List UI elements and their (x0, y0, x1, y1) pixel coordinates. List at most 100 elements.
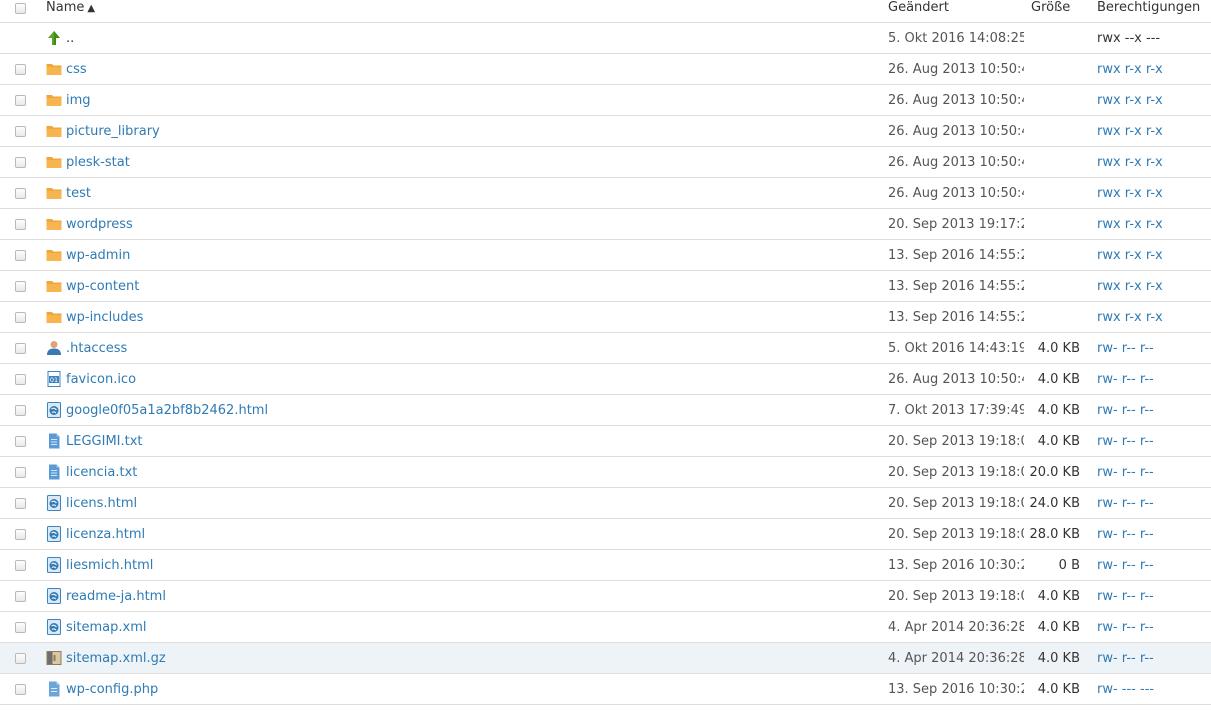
file-name-link[interactable]: google0f05a1a2bf8b2462.html (66, 403, 268, 418)
permissions-link[interactable]: rw- r-- r-- (1088, 456, 1211, 488)
table-row[interactable]: plesk-stat 26. Aug 2013 10:50:40 rwx r-x… (0, 146, 1211, 178)
table-row[interactable]: licens.html 20. Sep 2013 19:18:03 24.0 K… (0, 487, 1211, 519)
table-row[interactable]: licenza.html 20. Sep 2013 19:18:03 28.0 … (0, 518, 1211, 550)
file-name-link[interactable]: readme-ja.html (66, 589, 166, 604)
permissions-link[interactable]: rw- r-- r-- (1088, 549, 1211, 581)
table-row[interactable]: 01 favicon.ico 26. Aug 2013 10:50:40 4.0… (0, 363, 1211, 395)
permissions-link[interactable]: rw- --- --- (1088, 673, 1211, 705)
row-checkbox[interactable] (15, 373, 26, 385)
row-checkbox[interactable] (15, 156, 26, 168)
modified-header-label[interactable]: Geändert (888, 0, 1024, 16)
file-name-link[interactable]: wp-includes (66, 310, 143, 325)
table-row[interactable]: wp-includes 13. Sep 2016 14:55:21 rwx r-… (0, 301, 1211, 333)
file-list-table: Name ▲ Geändert Größe Berechtigungen .. 5… (0, 0, 1211, 705)
permissions-link[interactable]: rw- r-- r-- (1088, 611, 1211, 643)
permissions-link[interactable]: rw- r-- r-- (1088, 642, 1211, 674)
modified-column-header[interactable]: Geändert (888, 0, 1024, 23)
row-checkbox[interactable] (15, 404, 26, 416)
size-column-header[interactable]: Größe (1024, 0, 1088, 23)
permissions-link[interactable]: rw- r-- r-- (1088, 518, 1211, 550)
file-name-link[interactable]: wp-admin (66, 248, 130, 263)
row-checkbox[interactable] (15, 94, 26, 106)
row-checkbox[interactable] (15, 63, 26, 75)
name-cell: 01 favicon.ico (42, 363, 888, 395)
row-checkbox[interactable] (15, 125, 26, 137)
file-name-link[interactable]: wordpress (66, 217, 133, 232)
file-name-link[interactable]: sitemap.xml.gz (66, 651, 166, 666)
permissions-link[interactable]: rwx r-x r-x (1088, 239, 1211, 271)
table-row[interactable]: wp-config.php 13. Sep 2016 10:30:22 4.0 … (0, 673, 1211, 705)
row-checkbox[interactable] (15, 249, 26, 261)
file-name-link[interactable]: licencia.txt (66, 465, 137, 480)
table-row[interactable]: readme-ja.html 20. Sep 2013 19:18:03 4.0… (0, 580, 1211, 612)
file-name-link[interactable]: wp-content (66, 279, 139, 294)
table-row[interactable]: css 26. Aug 2013 10:50:40 rwx r-x r-x (0, 53, 1211, 85)
permissions-link[interactable]: rw- r-- r-- (1088, 394, 1211, 426)
file-name-link[interactable]: licenza.html (66, 527, 145, 542)
permissions-link[interactable]: rw- r-- r-- (1088, 332, 1211, 364)
row-checkbox[interactable] (15, 218, 26, 230)
size-header-label[interactable]: Größe (1024, 0, 1088, 16)
table-row[interactable]: .. 5. Okt 2016 14:08:25 rwx --x --- (0, 22, 1211, 54)
row-checkbox[interactable] (15, 311, 26, 323)
file-name-link[interactable]: favicon.ico (66, 372, 136, 387)
permissions-link[interactable]: rw- r-- r-- (1088, 580, 1211, 612)
permissions-link[interactable]: rwx --x --- (1088, 22, 1211, 54)
row-checkbox[interactable] (15, 590, 26, 602)
file-name-link[interactable]: wp-config.php (66, 682, 158, 697)
table-row[interactable]: sitemap.xml.gz 4. Apr 2014 20:36:28 4.0 … (0, 642, 1211, 674)
permissions-link[interactable]: rwx r-x r-x (1088, 301, 1211, 333)
name-column-header[interactable]: Name ▲ (42, 0, 888, 23)
row-checkbox[interactable] (15, 621, 26, 633)
file-name-link[interactable]: sitemap.xml (66, 620, 146, 635)
file-name-link[interactable]: css (66, 62, 87, 77)
file-name-link[interactable]: liesmich.html (66, 558, 153, 573)
table-row[interactable]: wordpress 20. Sep 2013 19:17:27 rwx r-x … (0, 208, 1211, 240)
row-checkbox[interactable] (15, 435, 26, 447)
size-cell (1024, 115, 1088, 147)
row-checkbox[interactable] (15, 342, 26, 354)
permissions-link[interactable]: rw- r-- r-- (1088, 487, 1211, 519)
file-name-link[interactable]: licens.html (66, 496, 137, 511)
file-name-link[interactable]: plesk-stat (66, 155, 130, 170)
file-name-link[interactable]: LEGGIMI.txt (66, 434, 143, 449)
row-checkbox[interactable] (15, 652, 26, 664)
file-name-link[interactable]: .htaccess (66, 341, 127, 356)
table-row[interactable]: test 26. Aug 2013 10:50:40 rwx r-x r-x (0, 177, 1211, 209)
table-row[interactable]: .htaccess 5. Okt 2016 14:43:19 4.0 KB rw… (0, 332, 1211, 364)
row-checkbox[interactable] (15, 280, 26, 292)
permissions-link[interactable]: rwx r-x r-x (1088, 84, 1211, 116)
name-header-label[interactable]: Name (46, 0, 84, 15)
permissions-link[interactable]: rwx r-x r-x (1088, 146, 1211, 178)
permissions-link[interactable]: rwx r-x r-x (1088, 270, 1211, 302)
file-name-link[interactable]: test (66, 186, 91, 201)
row-checkbox[interactable] (15, 466, 26, 478)
row-checkbox[interactable] (15, 497, 26, 509)
file-name-link[interactable]: .. (66, 31, 74, 46)
permissions-link[interactable]: rwx r-x r-x (1088, 208, 1211, 240)
permissions-link[interactable]: rw- r-- r-- (1088, 425, 1211, 457)
permissions-link[interactable]: rwx r-x r-x (1088, 177, 1211, 209)
select-all-checkbox[interactable] (15, 2, 26, 14)
modified-cell: 20. Sep 2013 19:18:03 (888, 518, 1024, 550)
table-row[interactable]: google0f05a1a2bf8b2462.html 7. Okt 2013 … (0, 394, 1211, 426)
row-checkbox[interactable] (15, 187, 26, 199)
permissions-link[interactable]: rwx r-x r-x (1088, 53, 1211, 85)
table-row[interactable]: wp-admin 13. Sep 2016 14:55:21 rwx r-x r… (0, 239, 1211, 271)
table-row[interactable]: liesmich.html 13. Sep 2016 10:30:22 0 B … (0, 549, 1211, 581)
permissions-link[interactable]: rw- r-- r-- (1088, 363, 1211, 395)
row-checkbox[interactable] (15, 559, 26, 571)
permissions-link[interactable]: rwx r-x r-x (1088, 115, 1211, 147)
permissions-header-label[interactable]: Berechtigungen (1088, 0, 1211, 16)
table-row[interactable]: picture_library 26. Aug 2013 10:50:40 rw… (0, 115, 1211, 147)
file-name-link[interactable]: picture_library (66, 124, 160, 139)
table-row[interactable]: licencia.txt 20. Sep 2013 19:18:03 20.0 … (0, 456, 1211, 488)
table-row[interactable]: LEGGIMI.txt 20. Sep 2013 19:18:03 4.0 KB… (0, 425, 1211, 457)
table-row[interactable]: wp-content 13. Sep 2016 14:55:21 rwx r-x… (0, 270, 1211, 302)
file-name-link[interactable]: img (66, 93, 91, 108)
permissions-column-header[interactable]: Berechtigungen (1088, 0, 1211, 23)
row-checkbox[interactable] (15, 683, 26, 695)
table-row[interactable]: sitemap.xml 4. Apr 2014 20:36:28 4.0 KB … (0, 611, 1211, 643)
table-row[interactable]: img 26. Aug 2013 10:50:40 rwx r-x r-x (0, 84, 1211, 116)
row-checkbox[interactable] (15, 528, 26, 540)
